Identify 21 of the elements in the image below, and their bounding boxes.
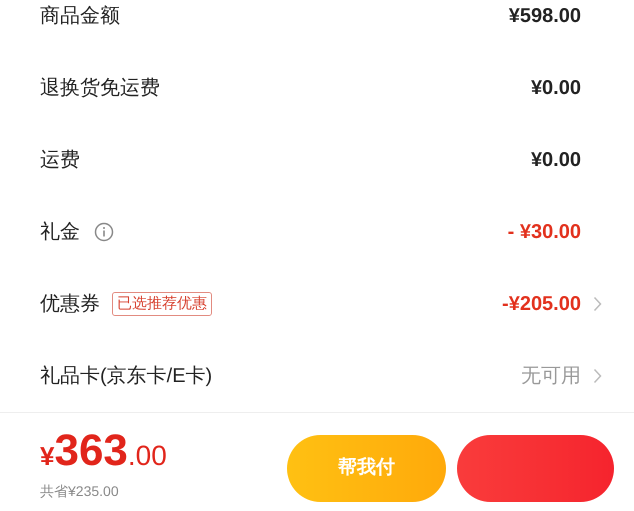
- chevron-right-icon[interactable]: [593, 368, 602, 384]
- row-value: ¥598.00: [508, 4, 581, 29]
- coupon-tag: 已选推荐优惠: [112, 292, 212, 316]
- total-price: 363: [54, 429, 128, 473]
- row-label: 退换货免运费: [40, 76, 160, 101]
- savings-text: 共省¥235.00: [40, 482, 120, 501]
- row-label: 礼金: [40, 220, 80, 245]
- row-label: 运费: [40, 148, 80, 173]
- row-value: - ¥30.00: [508, 220, 581, 245]
- pay-for-me-button[interactable]: 帮我付: [287, 435, 446, 502]
- row-value: 无可用: [521, 364, 581, 389]
- info-icon[interactable]: [94, 222, 114, 242]
- chevron-right-icon[interactable]: [593, 296, 602, 312]
- row-value: ¥0.00: [530, 76, 581, 101]
- row-label: 礼品卡(京东卡/E卡): [40, 364, 212, 389]
- row-label: 商品金额: [40, 4, 120, 29]
- currency-symbol: ¥: [40, 443, 54, 469]
- row-label: 优惠券: [40, 292, 100, 317]
- row-value: -¥205.00: [502, 292, 581, 317]
- total-decimal: .00: [128, 442, 167, 470]
- row-value: ¥0.00: [530, 148, 581, 173]
